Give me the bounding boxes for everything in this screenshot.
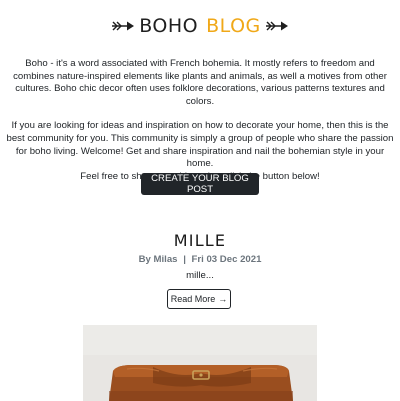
post-date: Fri 03 Dec 2021: [191, 254, 262, 265]
post-title[interactable]: MILLE: [0, 231, 400, 250]
site-logo[interactable]: BOHO BLOG: [139, 14, 261, 37]
post-meta: By Milas | Fri 03 Dec 2021: [0, 254, 400, 265]
create-blog-post-button[interactable]: CREATE YOUR BLOG POST: [141, 173, 259, 195]
post-excerpt: mille...: [186, 270, 214, 281]
post-author: By Milas: [138, 254, 178, 265]
site-header: BOHO BLOG: [0, 13, 400, 39]
arrow-right-icon: →: [218, 294, 228, 304]
intro-paragraph-2: If you are looking for ideas and inspira…: [6, 120, 394, 170]
leather-bag-photo: [83, 325, 317, 401]
read-more-button[interactable]: Read More →: [167, 289, 231, 309]
brand-text-accent: BLOG: [206, 14, 261, 37]
meta-separator: |: [183, 254, 186, 265]
read-more-label: Read More: [170, 294, 216, 304]
intro-section: Boho - it's a word associated with Frenc…: [4, 58, 396, 183]
arrow-right-icon: [265, 21, 288, 31]
brand-text-primary: BOHO: [139, 14, 199, 37]
intro-paragraph-1: Boho - it's a word associated with Frenc…: [13, 58, 387, 107]
arrow-right-icon: [112, 21, 135, 31]
post-image[interactable]: [83, 325, 317, 401]
